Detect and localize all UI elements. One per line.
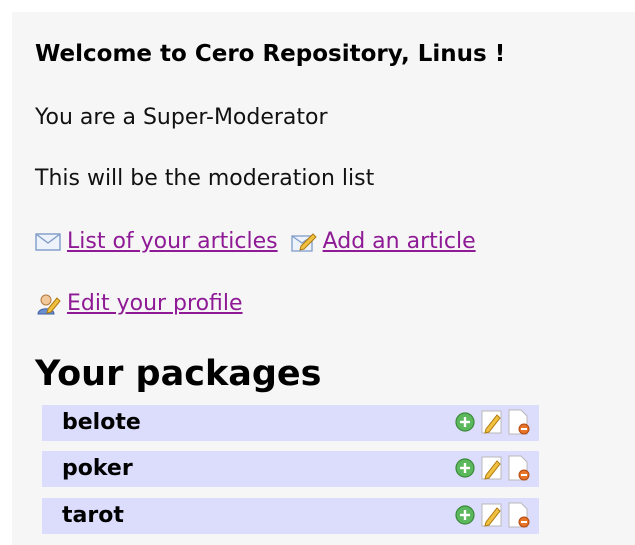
delete-icon[interactable] xyxy=(507,455,531,481)
packages-heading: Your packages xyxy=(35,354,322,394)
edit-icon[interactable] xyxy=(480,502,504,528)
delete-icon[interactable] xyxy=(507,409,531,435)
add-icon[interactable] xyxy=(453,455,477,481)
list-articles-link[interactable]: List of your articles xyxy=(67,229,278,254)
edit-icon[interactable] xyxy=(480,409,504,435)
moderation-text: This will be the moderation list xyxy=(35,166,375,191)
article-links: List of your articles Add an article xyxy=(35,226,476,258)
role-text: You are a Super-Moderator xyxy=(35,105,328,130)
package-row: poker xyxy=(42,451,539,487)
package-name: poker xyxy=(62,456,133,481)
package-name: tarot xyxy=(62,503,124,528)
package-actions xyxy=(453,502,531,528)
delete-icon[interactable] xyxy=(507,502,531,528)
welcome-heading: Welcome to Cero Repository, Linus ! xyxy=(35,41,506,67)
edit-profile-link[interactable]: Edit your profile xyxy=(67,291,243,316)
package-actions xyxy=(453,409,531,435)
package-name: belote xyxy=(62,410,141,435)
add-article-link[interactable]: Add an article xyxy=(323,229,476,254)
package-actions xyxy=(453,455,531,481)
envelope-icon xyxy=(35,232,61,252)
profile-links: Edit your profile xyxy=(35,288,243,320)
package-row: belote xyxy=(42,405,539,441)
add-icon[interactable] xyxy=(453,502,477,528)
edit-note-icon xyxy=(290,231,317,253)
package-row: tarot xyxy=(42,498,539,534)
edit-icon[interactable] xyxy=(480,455,504,481)
user-edit-icon xyxy=(35,292,61,316)
add-icon[interactable] xyxy=(453,409,477,435)
